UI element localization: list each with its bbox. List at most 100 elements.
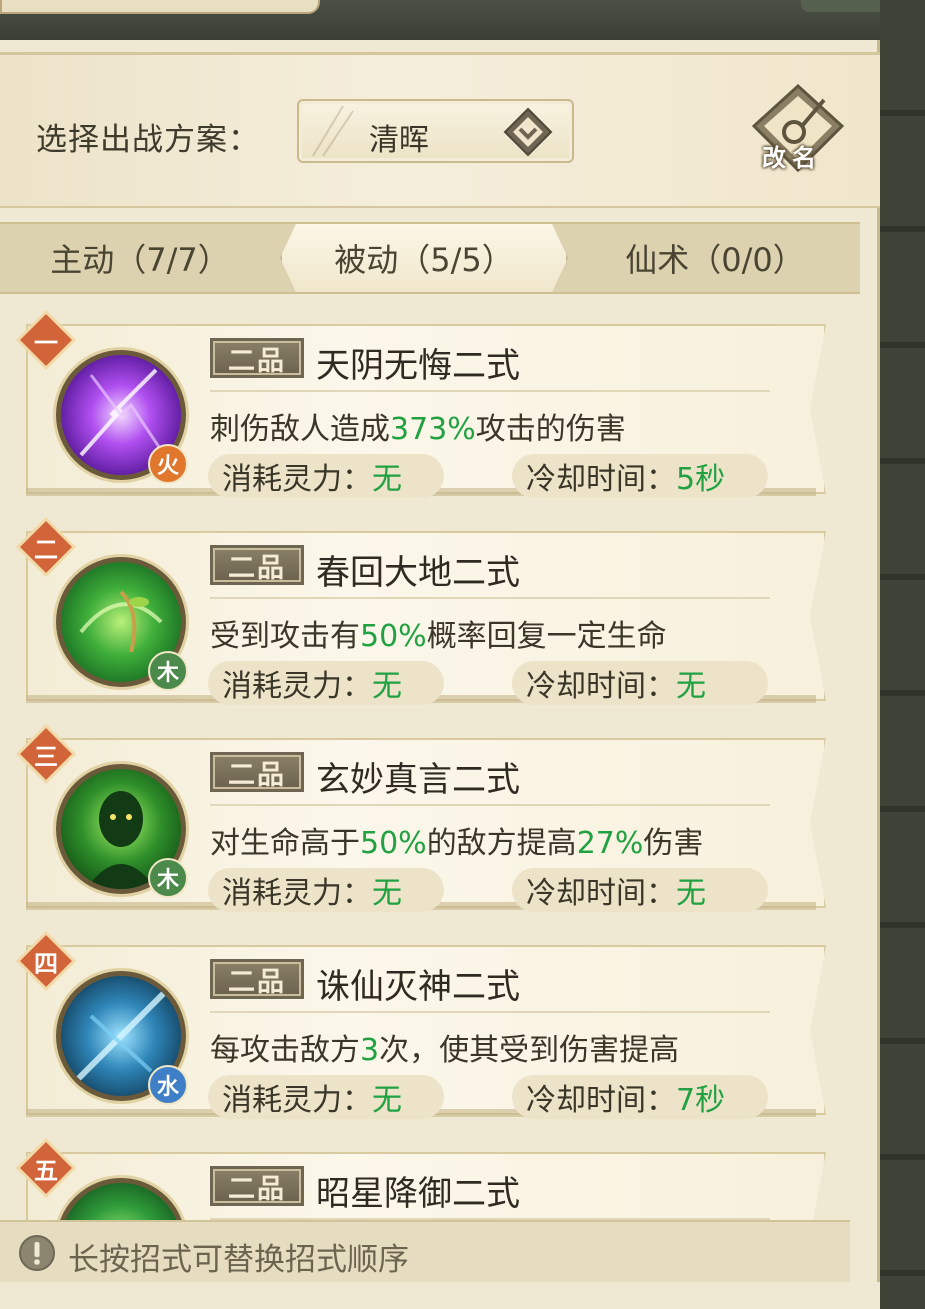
rank-text: 二 [34, 535, 58, 564]
rank-badge: 三 [15, 723, 77, 785]
rename-label: 改名 [762, 144, 822, 172]
skill-description: 对生命高于50%的敌方提高27%伤害 [210, 818, 703, 862]
rank-badge: 二 [15, 516, 77, 578]
grade-tag: 二品 [210, 752, 304, 792]
desc-highlight: 27% [576, 826, 644, 861]
stat-label: 冷却时间： [526, 876, 676, 911]
divider [210, 390, 770, 392]
desc-text: 的敌方提高 [426, 826, 577, 861]
desc-highlight: 373% [390, 412, 476, 447]
skill-description: 每攻击敌方3次，使其受到伤害提高 [210, 1025, 679, 1069]
grade-tag: 二品 [210, 338, 304, 378]
tip-bar: 长按招式可替换招式顺序 [0, 1220, 850, 1282]
stat-value: 无 [372, 462, 402, 497]
stat-label: 消耗灵力： [222, 669, 372, 704]
stat-label: 消耗灵力： [222, 876, 372, 911]
mana-cost: 消耗灵力：无 [208, 454, 444, 498]
plan-label: 选择出战方案： [36, 122, 260, 158]
desc-text: 刺伤敌人造成 [210, 412, 390, 447]
stat-value: 无 [372, 669, 402, 704]
skill-tabs: 主动（7/7） 被动（5/5） 仙术（0/0） [0, 222, 860, 294]
grade-tag: 二品 [210, 959, 304, 999]
desc-text: 伤害 [643, 826, 704, 861]
stat-label: 冷却时间： [526, 1083, 676, 1118]
stat-value: 无 [676, 669, 706, 704]
skill-name: 天阴无悔二式 [316, 346, 520, 386]
tab-label: 仙术（0/0） [625, 241, 805, 279]
tab-label: 被动（5/5） [334, 241, 514, 279]
element-badge: 火 [148, 444, 188, 484]
tip-text: 长按招式可替换招式顺序 [68, 1242, 409, 1278]
grade-tag: 二品 [210, 545, 304, 585]
desc-highlight: 50% [360, 619, 427, 654]
cooldown: 冷却时间：无 [512, 661, 768, 705]
element-text: 木 [156, 661, 179, 686]
tab-immortal-arts[interactable]: 仙术（0/0） [580, 224, 850, 292]
divider [210, 597, 770, 599]
tab-active-skills[interactable]: 主动（7/7） [10, 224, 270, 292]
rank-text: 一 [34, 328, 58, 357]
skill-name: 玄妙真言二式 [316, 760, 520, 800]
grade-tag: 二品 [210, 1166, 304, 1206]
stat-label: 冷却时间： [526, 669, 676, 704]
cooldown: 冷却时间： 5秒 [512, 454, 768, 498]
bottom-strip [0, 1282, 880, 1309]
desc-text: 受到攻击有 [210, 619, 360, 654]
tab-label: 主动（7/7） [50, 241, 230, 279]
tab-passive-skills[interactable]: 被动（5/5） [280, 224, 568, 292]
plan-select[interactable]: 清晖 [297, 99, 574, 163]
skill-description: 受到攻击有50%概率回复一定生命 [210, 611, 667, 655]
desc-text: 每攻击敌方 [210, 1033, 360, 1068]
rank-text: 三 [34, 742, 58, 771]
skill-name: 昭星降御二式 [316, 1174, 520, 1214]
stat-label: 消耗灵力： [222, 462, 372, 497]
skill-card[interactable]: 木 三 二品 玄妙真言二式 对生命高于50%的敌方提高27%伤害 消耗灵力：无 … [14, 720, 828, 912]
exclamation-icon [19, 1235, 55, 1271]
rank-badge: 四 [15, 930, 77, 992]
rank-badge: 五 [15, 1137, 77, 1199]
skill-list: 火 一 二品 天阴无悔二式 刺伤敌人造成373%攻击的伤害 消耗灵力：无 冷却时… [0, 300, 860, 1220]
element-text: 水 [156, 1075, 179, 1100]
stat-value: 7秒 [676, 1083, 726, 1118]
rename-button[interactable]: 改名 [748, 80, 848, 180]
window-top-frame [0, 0, 925, 40]
desc-text: 概率回复一定生命 [426, 619, 667, 654]
bamboo-decor-icon [312, 105, 354, 157]
stat-value: 无 [372, 876, 402, 911]
mana-cost: 消耗灵力：无 [208, 661, 444, 705]
cooldown: 冷却时间：无 [512, 868, 768, 912]
rank-text: 四 [34, 949, 58, 978]
desc-highlight: 3 [360, 1033, 380, 1068]
skill-card[interactable]: 水 四 二品 诛仙灭神二式 每攻击敌方3次，使其受到伤害提高 消耗灵力：无 冷却… [14, 927, 828, 1119]
right-rail [880, 0, 925, 1309]
stat-value: 无 [372, 1083, 402, 1118]
mana-cost: 消耗灵力：无 [208, 868, 444, 912]
rank-badge: 一 [15, 309, 77, 371]
desc-text: 对生命高于 [210, 826, 360, 861]
element-badge: 木 [148, 858, 188, 898]
stat-label: 冷却时间： [526, 462, 676, 497]
desc-text: 攻击的伤害 [475, 412, 626, 447]
divider [210, 1011, 770, 1013]
skill-card[interactable]: 木 二 二品 春回大地二式 受到攻击有50%概率回复一定生命 消耗灵力：无 冷却… [14, 513, 828, 705]
skill-name: 春回大地二式 [316, 553, 520, 593]
skill-name: 诛仙灭神二式 [316, 967, 520, 1007]
mana-cost: 消耗灵力：无 [208, 1075, 444, 1119]
chevron-down-icon[interactable] [503, 107, 553, 157]
plan-select-value: 清晖 [369, 123, 429, 158]
desc-text: 次，使其受到伤害提高 [379, 1033, 680, 1068]
stat-value: 5秒 [676, 462, 726, 497]
element-text: 火 [156, 454, 179, 479]
element-badge: 水 [148, 1065, 188, 1105]
element-badge: 木 [148, 651, 188, 691]
skill-card[interactable]: 火 一 二品 天阴无悔二式 刺伤敌人造成373%攻击的伤害 消耗灵力：无 冷却时… [14, 306, 828, 498]
skill-description: 刺伤敌人造成373%攻击的伤害 [210, 404, 626, 448]
stat-label: 消耗灵力： [222, 1083, 372, 1118]
stat-value: 无 [676, 876, 706, 911]
cooldown: 冷却时间： 7秒 [512, 1075, 768, 1119]
desc-highlight: 50% [360, 826, 427, 861]
skill-card[interactable]: 五 二品 昭星降御二式 [14, 1134, 828, 1220]
top-tab-stub [0, 0, 320, 14]
element-text: 木 [156, 868, 179, 893]
divider [210, 804, 770, 806]
